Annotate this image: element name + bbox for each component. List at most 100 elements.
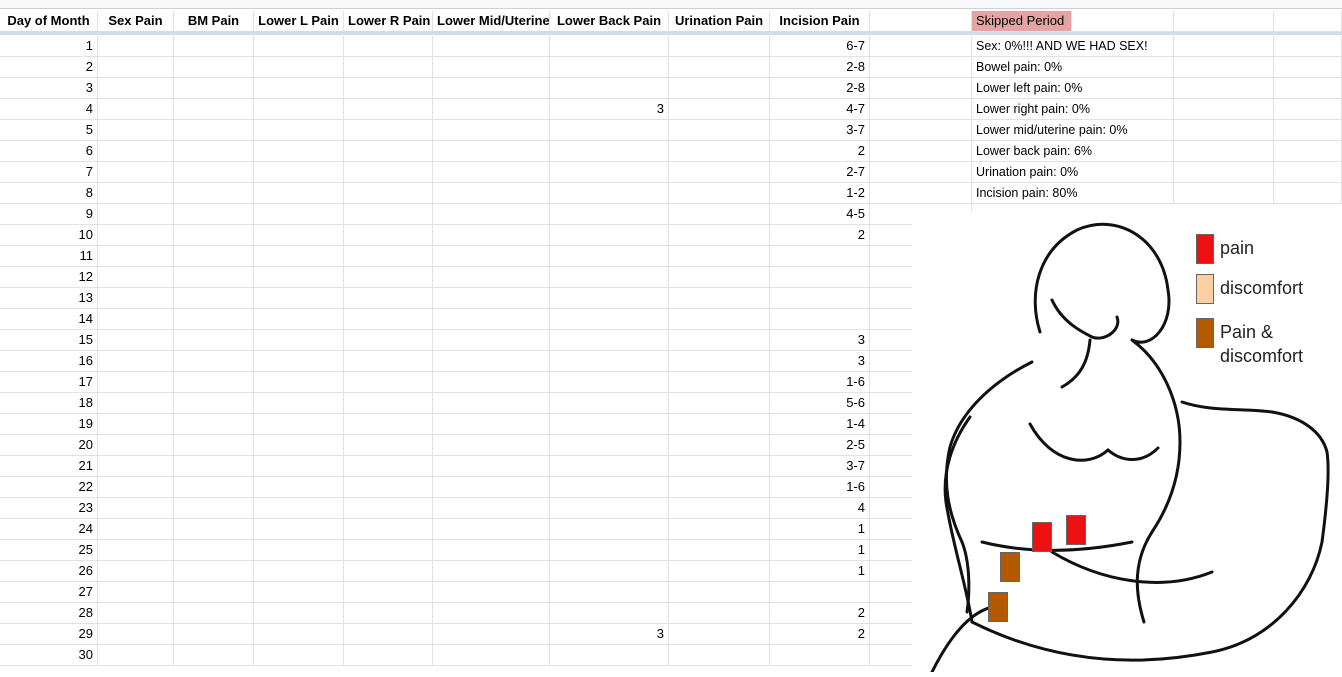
grid-cell[interactable]	[254, 78, 344, 99]
grid-cell[interactable]	[669, 393, 770, 414]
incision-pain-cell[interactable]: 3-7	[770, 456, 870, 477]
day-cell[interactable]: 21	[0, 456, 98, 477]
incision-pain-cell[interactable]	[770, 582, 870, 603]
incision-pain-cell[interactable]: 4	[770, 498, 870, 519]
grid-cell[interactable]	[344, 414, 433, 435]
lower-back-pain-cell[interactable]	[550, 456, 669, 477]
grid-cell[interactable]	[1274, 36, 1342, 57]
lower-back-pain-cell[interactable]	[550, 393, 669, 414]
column-header[interactable]: Sex Pain	[98, 11, 174, 32]
grid-cell[interactable]	[254, 540, 344, 561]
grid-cell[interactable]	[254, 162, 344, 183]
lower-back-pain-cell[interactable]	[550, 120, 669, 141]
grid-cell[interactable]	[433, 540, 550, 561]
column-header[interactable]: Lower R Pain	[344, 11, 433, 32]
grid-cell[interactable]	[98, 624, 174, 645]
grid-cell[interactable]	[98, 645, 174, 666]
incision-pain-cell[interactable]: 1	[770, 540, 870, 561]
incision-pain-cell[interactable]	[770, 246, 870, 267]
grid-cell[interactable]	[433, 498, 550, 519]
grid-cell[interactable]	[433, 162, 550, 183]
grid-cell[interactable]	[433, 330, 550, 351]
incision-pain-cell[interactable]: 1-6	[770, 477, 870, 498]
incision-pain-cell[interactable]: 3	[770, 351, 870, 372]
column-header[interactable]: Lower Mid/Uterine	[433, 11, 550, 32]
grid-cell[interactable]	[254, 624, 344, 645]
grid-cell[interactable]	[669, 414, 770, 435]
grid-cell[interactable]	[98, 141, 174, 162]
day-cell[interactable]: 2	[0, 57, 98, 78]
grid-cell[interactable]	[344, 120, 433, 141]
day-cell[interactable]: 23	[0, 498, 98, 519]
grid-cell[interactable]	[433, 561, 550, 582]
grid-cell[interactable]	[344, 330, 433, 351]
grid-cell[interactable]	[174, 120, 254, 141]
grid-cell[interactable]	[344, 351, 433, 372]
grid-cell[interactable]	[344, 57, 433, 78]
grid-cell[interactable]	[669, 624, 770, 645]
grid-cell[interactable]	[1174, 120, 1274, 141]
day-cell[interactable]: 9	[0, 204, 98, 225]
grid-cell[interactable]	[98, 36, 174, 57]
grid-cell[interactable]	[344, 456, 433, 477]
grid-cell[interactable]	[174, 456, 254, 477]
grid-cell[interactable]	[669, 225, 770, 246]
grid-cell[interactable]	[254, 36, 344, 57]
lower-back-pain-cell[interactable]	[550, 36, 669, 57]
incision-pain-cell[interactable]: 1	[770, 561, 870, 582]
grid-cell[interactable]	[669, 141, 770, 162]
grid-cell[interactable]	[174, 246, 254, 267]
grid-cell[interactable]	[174, 561, 254, 582]
grid-cell[interactable]	[174, 99, 254, 120]
lower-back-pain-cell[interactable]	[550, 351, 669, 372]
grid-cell[interactable]	[98, 99, 174, 120]
grid-cell[interactable]	[433, 435, 550, 456]
grid-cell[interactable]	[870, 162, 972, 183]
grid-cell[interactable]	[254, 393, 344, 414]
incision-pain-cell[interactable]: 5-6	[770, 393, 870, 414]
grid-cell[interactable]	[344, 225, 433, 246]
day-cell[interactable]: 11	[0, 246, 98, 267]
incision-pain-cell[interactable]: 2-7	[770, 162, 870, 183]
grid-cell[interactable]	[344, 99, 433, 120]
grid-cell[interactable]	[669, 372, 770, 393]
grid-cell[interactable]	[174, 309, 254, 330]
column-header[interactable]: Lower L Pain	[254, 11, 344, 32]
grid-cell[interactable]	[870, 99, 972, 120]
column-header[interactable]: Lower Back Pain	[550, 11, 669, 32]
grid-cell[interactable]	[433, 519, 550, 540]
grid-cell[interactable]	[98, 57, 174, 78]
lower-back-pain-cell[interactable]	[550, 435, 669, 456]
grid-cell[interactable]	[669, 477, 770, 498]
incision-pain-cell[interactable]: 1-4	[770, 414, 870, 435]
grid-cell[interactable]	[174, 162, 254, 183]
incision-pain-cell[interactable]: 4-7	[770, 99, 870, 120]
grid-cell[interactable]	[344, 624, 433, 645]
grid-cell[interactable]	[344, 309, 433, 330]
lower-back-pain-cell[interactable]	[550, 78, 669, 99]
summary-line[interactable]: Incision pain: 80%	[972, 183, 1172, 204]
grid-cell[interactable]	[433, 246, 550, 267]
grid-cell[interactable]	[174, 204, 254, 225]
lower-back-pain-cell[interactable]	[550, 414, 669, 435]
grid-cell[interactable]	[433, 372, 550, 393]
grid-cell[interactable]	[174, 435, 254, 456]
lower-back-pain-cell[interactable]	[550, 204, 669, 225]
incision-pain-cell[interactable]: 3-7	[770, 120, 870, 141]
grid-cell[interactable]	[344, 519, 433, 540]
grid-cell[interactable]	[98, 540, 174, 561]
grid-cell[interactable]	[669, 267, 770, 288]
grid-cell[interactable]	[174, 225, 254, 246]
grid-cell[interactable]	[98, 267, 174, 288]
grid-cell[interactable]	[344, 204, 433, 225]
grid-cell[interactable]	[254, 414, 344, 435]
grid-cell[interactable]	[344, 393, 433, 414]
summary-line[interactable]: Lower back pain: 6%	[972, 141, 1172, 162]
grid-cell[interactable]	[1274, 99, 1342, 120]
grid-cell[interactable]	[433, 141, 550, 162]
grid-cell[interactable]	[174, 330, 254, 351]
lower-back-pain-cell[interactable]	[550, 267, 669, 288]
grid-cell[interactable]	[1174, 141, 1274, 162]
grid-cell[interactable]	[433, 36, 550, 57]
incision-pain-cell[interactable]: 2	[770, 225, 870, 246]
